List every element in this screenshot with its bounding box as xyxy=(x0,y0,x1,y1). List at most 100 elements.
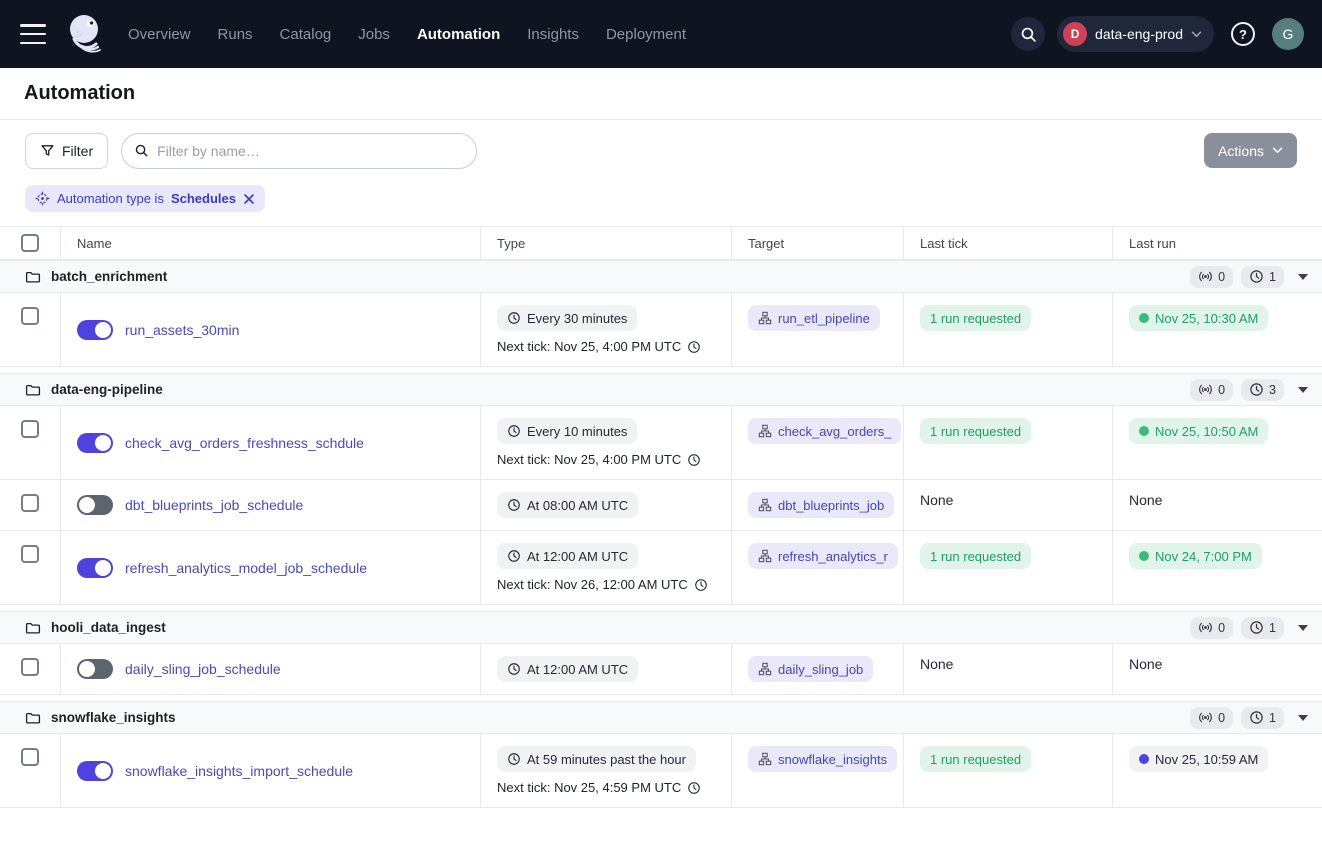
schedule-toggle[interactable] xyxy=(77,659,113,679)
schedule-type-pill: At 08:00 AM UTC xyxy=(497,492,638,518)
last-tick-none: None xyxy=(920,654,953,672)
collapse-group-caret-icon[interactable] xyxy=(1298,715,1308,721)
schedule-type-label: At 08:00 AM UTC xyxy=(527,498,628,513)
nav-item-jobs[interactable]: Jobs xyxy=(358,26,390,43)
collapse-group-caret-icon[interactable] xyxy=(1298,625,1308,631)
nav-item-deployment[interactable]: Deployment xyxy=(606,26,686,43)
help-button[interactable]: ? xyxy=(1226,17,1260,51)
schedule-name-link[interactable]: daily_sling_job_schedule xyxy=(125,661,281,677)
last-run-label: Nov 25, 10:50 AM xyxy=(1155,424,1258,439)
schedule-toggle[interactable] xyxy=(77,761,113,781)
last-run-none: None xyxy=(1129,654,1162,672)
schedule-type-label: At 12:00 AM UTC xyxy=(527,662,628,677)
last-tick-pill[interactable]: 1 run requested xyxy=(920,305,1031,331)
user-avatar[interactable]: G xyxy=(1272,18,1304,50)
group-header: data-eng-pipeline 0 3 xyxy=(0,373,1322,406)
last-tick-pill[interactable]: 1 run requested xyxy=(920,418,1031,444)
nav-item-catalog[interactable]: Catalog xyxy=(280,26,332,43)
schedule-type-label: Every 10 minutes xyxy=(527,424,627,439)
clock-icon xyxy=(1249,710,1264,725)
folder-icon xyxy=(25,620,41,636)
nav-item-insights[interactable]: Insights xyxy=(527,26,579,43)
schedule-name-link[interactable]: snowflake_insights_import_schedule xyxy=(125,763,353,779)
actions-button[interactable]: Actions xyxy=(1204,133,1297,168)
collapse-group-caret-icon[interactable] xyxy=(1298,274,1308,280)
sensor-icon xyxy=(1198,269,1213,284)
group-section: batch_enrichment 0 1 run_assets_30m xyxy=(0,260,1322,367)
clock-icon xyxy=(507,752,521,766)
target-pill[interactable]: run_etl_pipeline xyxy=(748,305,880,331)
folder-icon xyxy=(25,382,41,398)
next-tick-label: Next tick: Nov 25, 4:00 PM UTC xyxy=(497,339,681,354)
name-filter-input[interactable] xyxy=(157,143,464,159)
sensor-count: 0 xyxy=(1218,621,1225,635)
schedule-type-pill: Every 30 minutes xyxy=(497,305,637,331)
schedule-name-link[interactable]: check_avg_orders_freshness_schdule xyxy=(125,435,364,451)
last-run-pill[interactable]: Nov 24, 7:00 PM xyxy=(1129,543,1262,569)
schedule-toggle[interactable] xyxy=(77,433,113,453)
collapse-group-caret-icon[interactable] xyxy=(1298,387,1308,393)
schedule-type-label: At 12:00 AM UTC xyxy=(527,549,628,564)
nav-item-runs[interactable]: Runs xyxy=(218,26,253,43)
clock-icon xyxy=(687,781,701,795)
row-checkbox[interactable] xyxy=(21,420,39,438)
table-row: snowflake_insights_import_schedule At 59… xyxy=(0,734,1322,808)
row-checkbox[interactable] xyxy=(21,658,39,676)
automation-type-filter-tag[interactable]: Automation type is Schedules xyxy=(25,185,265,212)
row-checkbox[interactable] xyxy=(21,494,39,512)
chevron-down-icon xyxy=(1272,147,1283,154)
automation-type-icon xyxy=(35,191,50,206)
row-checkbox[interactable] xyxy=(21,307,39,325)
clock-icon xyxy=(1249,620,1264,635)
schedule-name-link[interactable]: run_assets_30min xyxy=(125,322,239,338)
target-pill[interactable]: check_avg_orders_ xyxy=(748,418,901,444)
target-pill[interactable]: refresh_analytics_r xyxy=(748,543,898,569)
deployment-switcher[interactable]: D data-eng-prod xyxy=(1057,16,1214,52)
target-label: dbt_blueprints_job xyxy=(778,498,884,513)
folder-icon xyxy=(25,269,41,285)
schedule-toggle[interactable] xyxy=(77,320,113,340)
last-run-label: Nov 25, 10:59 AM xyxy=(1155,752,1258,767)
last-run-pill[interactable]: Nov 25, 10:30 AM xyxy=(1129,305,1268,331)
filter-tag-value: Schedules xyxy=(171,191,236,206)
row-checkbox[interactable] xyxy=(21,748,39,766)
last-run-pill[interactable]: Nov 25, 10:59 AM xyxy=(1129,746,1268,772)
menu-icon[interactable] xyxy=(20,24,46,44)
select-all-checkbox[interactable] xyxy=(21,234,39,252)
schedule-toggle[interactable] xyxy=(77,558,113,578)
run-status-dot xyxy=(1139,426,1149,436)
schedule-toggle[interactable] xyxy=(77,495,113,515)
last-tick-pill[interactable]: 1 run requested xyxy=(920,543,1031,569)
last-tick-pill[interactable]: 1 run requested xyxy=(920,746,1031,772)
clock-icon xyxy=(507,549,521,563)
nav-item-overview[interactable]: Overview xyxy=(128,26,191,43)
schedule-count-badge: 1 xyxy=(1241,266,1284,288)
schedule-type-pill: At 12:00 AM UTC xyxy=(497,656,638,682)
search-icon xyxy=(134,143,149,158)
column-header-name: Name xyxy=(60,227,480,259)
deployment-avatar: D xyxy=(1063,22,1087,46)
nav-item-automation[interactable]: Automation xyxy=(417,26,500,43)
target-label: check_avg_orders_ xyxy=(778,424,891,439)
search-button[interactable] xyxy=(1011,17,1045,51)
target-pill[interactable]: daily_sling_job xyxy=(748,656,873,682)
close-icon[interactable] xyxy=(243,193,255,205)
filter-button[interactable]: Filter xyxy=(25,133,108,169)
row-checkbox[interactable] xyxy=(21,545,39,563)
schedule-name-link[interactable]: dbt_blueprints_job_schedule xyxy=(125,497,303,513)
last-tick-label: 1 run requested xyxy=(930,311,1021,326)
last-tick-label: 1 run requested xyxy=(930,549,1021,564)
last-run-pill[interactable]: Nov 25, 10:50 AM xyxy=(1129,418,1268,444)
clock-icon xyxy=(694,578,708,592)
dagster-logo-icon[interactable] xyxy=(62,10,106,58)
clock-icon xyxy=(507,662,521,676)
job-icon xyxy=(758,662,772,676)
schedule-count: 1 xyxy=(1269,711,1276,725)
clock-icon xyxy=(1249,382,1264,397)
schedule-name-link[interactable]: refresh_analytics_model_job_schedule xyxy=(125,560,367,576)
target-pill[interactable]: dbt_blueprints_job xyxy=(748,492,894,518)
schedule-type-pill: At 12:00 AM UTC xyxy=(497,543,638,569)
column-header-last-tick: Last tick xyxy=(903,227,1112,259)
target-pill[interactable]: snowflake_insights xyxy=(748,746,897,772)
column-header-type: Type xyxy=(480,227,731,259)
